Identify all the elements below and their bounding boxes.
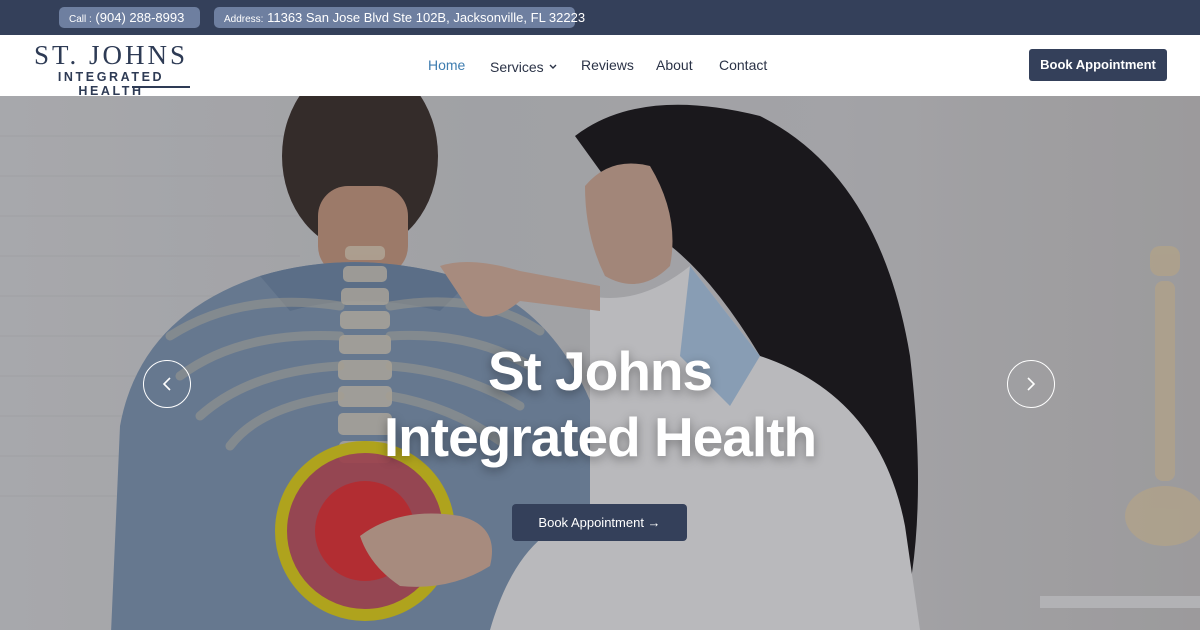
site-logo[interactable]: ST. JOHNS INTEGRATED HEALTH: [30, 40, 192, 98]
address-label: Address:: [224, 14, 264, 25]
call-label: Call :: [69, 14, 92, 25]
book-appointment-button[interactable]: Book Appointment: [1029, 49, 1167, 81]
nav-home[interactable]: Home: [428, 57, 465, 74]
slider-prev-button[interactable]: [143, 360, 191, 408]
logo-underline: [132, 86, 190, 88]
slider-next-button[interactable]: [1007, 360, 1055, 408]
logo-line-2: INTEGRATED HEALTH: [57, 70, 165, 98]
nav-services-label: Services: [490, 59, 544, 75]
nav-reviews[interactable]: Reviews: [581, 57, 634, 74]
call-pill[interactable]: Call : (904) 288-8993: [59, 7, 200, 28]
chevron-left-icon: [162, 377, 171, 391]
chevron-right-icon: [1027, 377, 1036, 391]
nav-contact[interactable]: Contact: [719, 57, 767, 74]
nav-services[interactable]: Services: [490, 57, 557, 76]
logo-line-1: ST. JOHNS: [33, 40, 189, 70]
chevron-down-icon: [549, 57, 557, 74]
hero-title-line-1: St Johns: [487, 340, 713, 402]
top-info-bar: Call : (904) 288-8993 Address: 11363 San…: [0, 0, 1200, 35]
hero-slider: St Johns Integrated Health Book Appointm…: [0, 96, 1200, 630]
hero-title-line-2: Integrated Health: [383, 406, 817, 468]
nav-about[interactable]: About: [656, 57, 693, 74]
address-pill[interactable]: Address: 11363 San Jose Blvd Ste 102B, J…: [214, 7, 585, 28]
site-header: ST. JOHNS INTEGRATED HEALTH Home Service…: [0, 35, 1200, 98]
phone-number[interactable]: (904) 288-8993: [95, 10, 184, 25]
hero-book-appointment-button[interactable]: Book Appointment →: [512, 504, 687, 541]
hero-title: St Johns Integrated Health: [300, 338, 900, 470]
address-value[interactable]: 11363 San Jose Blvd Ste 102B, Jacksonvil…: [267, 10, 585, 25]
